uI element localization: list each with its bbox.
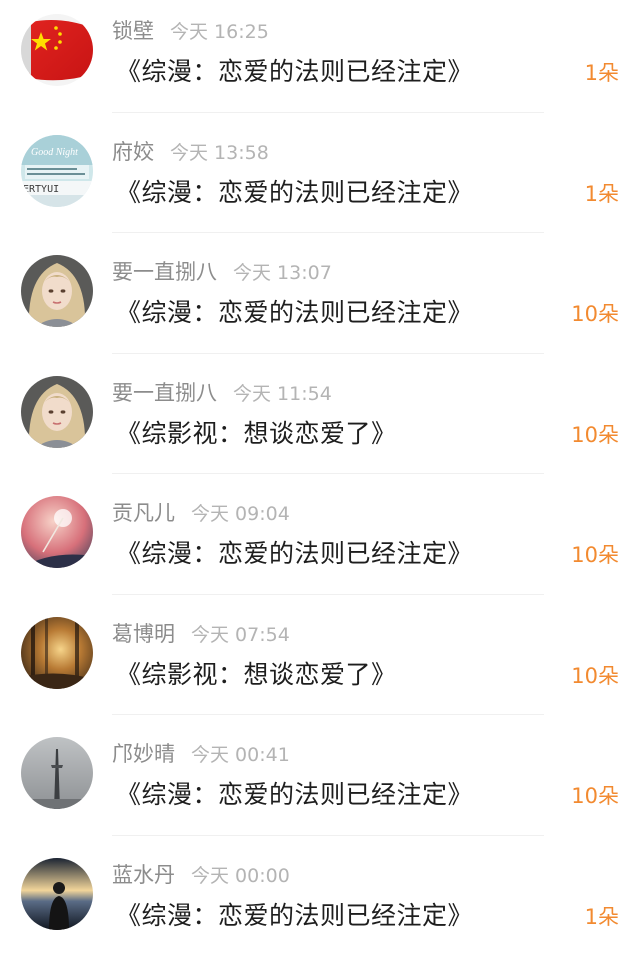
svg-text:ERTYUI: ERTYUI <box>23 184 59 195</box>
illustrated-girl-avatar[interactable] <box>21 376 93 448</box>
flower-count: 10朵 <box>571 538 619 572</box>
list-item[interactable]: 锁壁今天 16:25 《综漫：恋爱的法则已经注定》 1朵 <box>0 0 640 121</box>
divider <box>112 835 544 836</box>
list-item[interactable]: Good Night ERTYUI 府姣今天 13:58 《综漫：恋爱的法则已经… <box>0 121 640 242</box>
list-item[interactable]: 葛博明今天 07:54 《综影视：想谈恋爱了》 10朵 <box>0 603 640 724</box>
novel-title[interactable]: 《综漫：恋爱的法则已经注定》 <box>116 775 473 815</box>
divider <box>112 112 544 113</box>
dandelion-avatar[interactable] <box>21 496 93 568</box>
meta-line: 葛博明今天 07:54 <box>112 619 290 649</box>
timestamp: 今天 11:54 <box>233 383 332 405</box>
user-name[interactable]: 要一直捌八 <box>112 260 217 284</box>
divider <box>112 473 544 474</box>
timestamp: 今天 16:25 <box>170 21 269 43</box>
novel-title[interactable]: 《综漫：恋爱的法则已经注定》 <box>116 173 473 213</box>
foggy-tower-avatar[interactable] <box>21 737 93 809</box>
meta-line: 锁壁今天 16:25 <box>112 16 269 46</box>
user-name[interactable]: 府姣 <box>112 140 154 164</box>
flower-count: 10朵 <box>571 418 619 452</box>
novel-title[interactable]: 《综漫：恋爱的法则已经注定》 <box>116 293 473 333</box>
timestamp: 今天 13:07 <box>233 262 332 284</box>
flower-count: 10朵 <box>571 297 619 331</box>
meta-line: 要一直捌八今天 11:54 <box>112 378 332 408</box>
gift-record-list: 锁壁今天 16:25 《综漫：恋爱的法则已经注定》 1朵 Good Night … <box>0 0 640 964</box>
flower-count: 10朵 <box>571 659 619 693</box>
novel-title[interactable]: 《综漫：恋爱的法则已经注定》 <box>116 896 473 936</box>
good-night-keyboard-avatar[interactable]: Good Night ERTYUI <box>21 135 93 207</box>
user-name[interactable]: 锁壁 <box>112 19 154 43</box>
silhouette-sunset-avatar[interactable] <box>21 858 93 930</box>
timestamp: 今天 09:04 <box>191 503 290 525</box>
meta-line: 贡凡儿今天 09:04 <box>112 498 290 528</box>
user-name[interactable]: 要一直捌八 <box>112 381 217 405</box>
meta-line: 府姣今天 13:58 <box>112 137 269 167</box>
timestamp: 今天 13:58 <box>170 142 269 164</box>
user-name[interactable]: 贡凡儿 <box>112 501 175 525</box>
divider <box>112 714 544 715</box>
flower-count: 1朵 <box>585 900 619 934</box>
novel-title[interactable]: 《综漫：恋爱的法则已经注定》 <box>116 52 473 92</box>
illustrated-girl-avatar[interactable] <box>21 255 93 327</box>
meta-line: 邝妙晴今天 00:41 <box>112 739 290 769</box>
list-item[interactable]: 要一直捌八今天 11:54 《综影视：想谈恋爱了》 10朵 <box>0 362 640 483</box>
user-name[interactable]: 蓝水丹 <box>112 863 175 887</box>
novel-title[interactable]: 《综漫：恋爱的法则已经注定》 <box>116 534 473 574</box>
meta-line: 蓝水丹今天 00:00 <box>112 860 290 890</box>
novel-title[interactable]: 《综影视：想谈恋爱了》 <box>116 655 397 695</box>
list-item[interactable]: 要一直捌八今天 13:07 《综漫：恋爱的法则已经注定》 10朵 <box>0 241 640 362</box>
flower-count: 1朵 <box>585 177 619 211</box>
meta-line: 要一直捌八今天 13:07 <box>112 257 332 287</box>
timestamp: 今天 00:00 <box>191 865 290 887</box>
timestamp: 今天 07:54 <box>191 624 290 646</box>
timestamp: 今天 00:41 <box>191 744 290 766</box>
divider <box>112 353 544 354</box>
list-item[interactable]: 蓝水丹今天 00:00 《综漫：恋爱的法则已经注定》 1朵 <box>0 844 640 964</box>
flower-count: 10朵 <box>571 779 619 813</box>
flower-count: 1朵 <box>585 56 619 90</box>
novel-title[interactable]: 《综影视：想谈恋爱了》 <box>116 414 397 454</box>
user-name[interactable]: 葛博明 <box>112 622 175 646</box>
list-item[interactable]: 邝妙晴今天 00:41 《综漫：恋爱的法则已经注定》 10朵 <box>0 723 640 844</box>
china-flag-avatar[interactable] <box>21 14 93 86</box>
list-item[interactable]: 贡凡儿今天 09:04 《综漫：恋爱的法则已经注定》 10朵 <box>0 482 640 603</box>
user-name[interactable]: 邝妙晴 <box>112 742 175 766</box>
forest-sunlight-avatar[interactable] <box>21 617 93 689</box>
divider <box>112 232 544 233</box>
svg-text:Good Night: Good Night <box>31 147 78 158</box>
divider <box>112 594 544 595</box>
